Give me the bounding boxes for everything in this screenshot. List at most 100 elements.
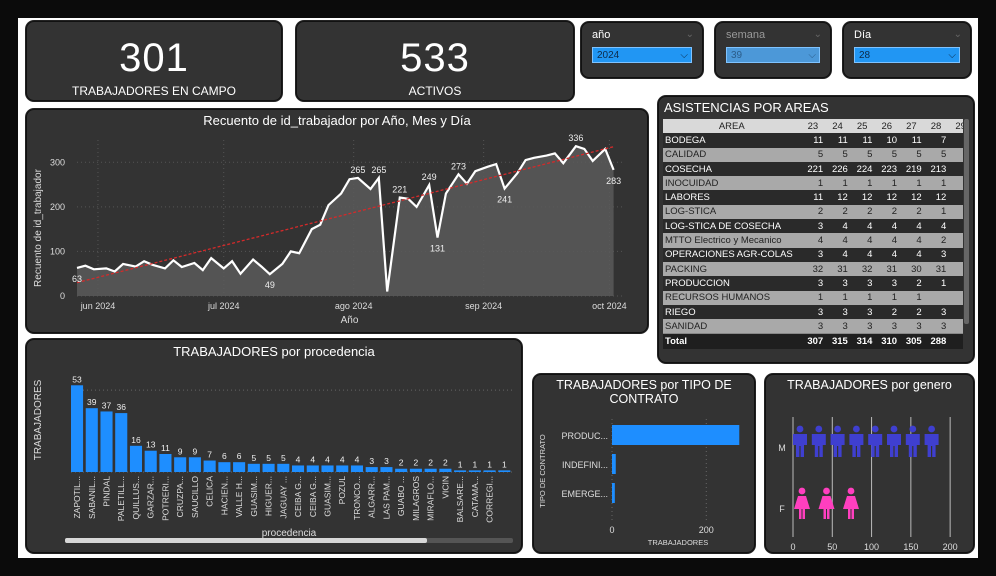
count-cell: 1 xyxy=(825,290,850,305)
bar xyxy=(321,465,334,472)
slicer-day[interactable]: Día ⌄ 28 ⌵ xyxy=(843,22,971,78)
area-cell: LABORES xyxy=(663,190,801,205)
slicer-dropdown[interactable]: 39 ⌵ xyxy=(726,47,820,63)
scrollbar-thumb[interactable] xyxy=(65,538,427,543)
attendance-table: AREA23242526272829 BODEGA11111110117CALI… xyxy=(663,119,963,349)
bar xyxy=(188,457,201,472)
table-row: BODEGA 11 11 11 10 11 7 xyxy=(663,133,963,148)
category-label: CEIBA G... xyxy=(308,476,318,517)
slicer-dropdown[interactable]: 2024 ⌵ xyxy=(592,47,692,63)
slicer-value: 2024 xyxy=(597,50,620,61)
count-cell: 7 xyxy=(923,133,949,148)
count-cell: 11 xyxy=(825,133,850,148)
slicer-week[interactable]: semana ⌄ 39 ⌵ xyxy=(715,22,831,78)
bar xyxy=(159,454,172,472)
table-viewport[interactable]: AREA23242526272829 BODEGA11111110117CALI… xyxy=(663,119,963,356)
female-person-icon xyxy=(794,487,810,519)
slicer-value: 39 xyxy=(731,50,743,61)
chevron-down-icon: ⌵ xyxy=(948,50,956,61)
data-label: 4 xyxy=(355,454,360,464)
count-cell: 11 xyxy=(800,133,826,148)
count-cell xyxy=(923,290,949,305)
area-cell: MTTO Electrico y Mecanico xyxy=(663,233,801,248)
table-scrollbar[interactable] xyxy=(964,119,969,324)
count-cell: 1 xyxy=(800,290,826,305)
chevron-down-icon: ⌵ xyxy=(808,50,816,61)
count-cell: 288 xyxy=(923,333,949,349)
table-row: OPERACIONES AGR-COLAS 3 4 4 4 4 3 xyxy=(663,247,963,262)
count-cell: 3 xyxy=(825,276,850,291)
procedencia-card[interactable]: TRABAJADORES por procedencia 53 ZAPOTIL..… xyxy=(26,339,522,553)
data-label: 4 xyxy=(310,454,315,464)
procedencia-chart[interactable]: 53ZAPOTIL...39SABANIL...37PINDAL36PALETI… xyxy=(27,340,521,552)
count-cell: 31 xyxy=(923,261,949,277)
total-row: Total3073153143103052882 xyxy=(663,333,963,349)
x-tick-label: 0 xyxy=(790,542,795,552)
bar xyxy=(174,457,187,472)
count-cell: 10 xyxy=(874,133,900,148)
count-cell: 3 xyxy=(800,247,826,262)
x-tick-label: jul 2024 xyxy=(207,301,240,311)
column-header-day[interactable]: 23 xyxy=(800,119,826,134)
bar xyxy=(218,462,231,472)
data-label: 265 xyxy=(371,165,386,175)
bar xyxy=(454,470,467,472)
category-label: POZUL xyxy=(337,476,347,505)
slicer-dropdown[interactable]: 28 ⌵ xyxy=(854,47,960,63)
line-chart-card[interactable]: Recuento de id_trabajador por Año, Mes y… xyxy=(26,109,648,333)
category-label: GUASIM... xyxy=(323,476,333,517)
data-label: 249 xyxy=(422,172,437,182)
kpi-card-field-workers: 301 TRABAJADORES EN CAMPO xyxy=(26,21,282,101)
count-cell: 30 xyxy=(899,261,924,277)
column-header-day[interactable]: 25 xyxy=(849,119,875,134)
male-person-icon xyxy=(849,425,864,457)
count-cell: 11 xyxy=(800,190,826,205)
table-header-row: AREA23242526272829 xyxy=(663,119,963,134)
genero-card[interactable]: TRABAJADORES por genero 0 50 100 150 200 M F xyxy=(765,374,974,553)
chevron-down-icon[interactable]: ⌄ xyxy=(954,29,962,40)
count-cell xyxy=(948,319,963,334)
kpi-label: ACTIVOS xyxy=(408,84,462,98)
data-label: 5 xyxy=(266,453,271,463)
chevron-down-icon[interactable]: ⌄ xyxy=(686,29,694,40)
bar xyxy=(336,465,349,472)
bar xyxy=(439,468,452,472)
count-cell: 2 xyxy=(800,204,826,220)
table-row: LOG-STICA2222211 xyxy=(663,204,963,220)
data-label: 221 xyxy=(392,184,407,194)
count-cell: 3 xyxy=(800,304,826,320)
slicer-year[interactable]: año ⌄ 2024 ⌵ xyxy=(581,22,703,78)
column-header-day[interactable]: 28 xyxy=(923,119,949,134)
line-chart[interactable]: 0 100 200 300 jun 2024 jul 2024 ago 2024 sep 20… xyxy=(27,110,647,332)
series-area xyxy=(77,146,614,296)
category-label: EMERGE... xyxy=(561,489,608,499)
count-cell xyxy=(948,147,963,162)
data-label: 1 xyxy=(502,459,507,469)
count-cell: 11 xyxy=(849,133,875,148)
contrato-card[interactable]: TRABAJADORES por TIPO DE CONTRATO PRODUC… xyxy=(533,374,755,553)
bar xyxy=(468,470,481,472)
chevron-down-icon[interactable]: ⌄ xyxy=(814,29,822,40)
column-header-day[interactable]: 26 xyxy=(874,119,900,134)
count-cell: 4 xyxy=(899,233,924,248)
column-header-day[interactable]: 27 xyxy=(899,119,924,134)
count-cell: 4 xyxy=(825,233,850,248)
count-cell: 3 xyxy=(923,247,949,262)
data-label: 131 xyxy=(430,244,445,254)
table-title: ASISTENCIAS POR AREAS xyxy=(664,100,829,115)
data-label: 241 xyxy=(497,195,512,205)
attendance-card[interactable]: ASISTENCIAS POR AREAS AREA23242526272829… xyxy=(658,96,974,363)
count-cell xyxy=(948,133,963,148)
contrato-chart[interactable]: PRODUC...INDEFINI...EMERGE...0 200TRABAJA… xyxy=(534,375,754,552)
data-label: 1 xyxy=(472,459,477,469)
table-row: PACKING 32 31 32 31 30 31 xyxy=(663,261,963,277)
column-header-day[interactable]: 29 xyxy=(948,119,963,134)
category-label: SAUCILLO xyxy=(190,476,200,518)
data-label: 5 xyxy=(281,453,286,463)
count-cell: 1 xyxy=(899,290,924,305)
table-row: INOCUIDAD 1 1 1 1 1 1 xyxy=(663,176,963,191)
genero-chart[interactable]: 0 50 100 150 200 M F xyxy=(766,375,973,552)
column-header-day[interactable]: 24 xyxy=(825,119,850,134)
count-cell: 314 xyxy=(849,333,875,349)
column-header-area[interactable]: AREA xyxy=(663,119,801,134)
